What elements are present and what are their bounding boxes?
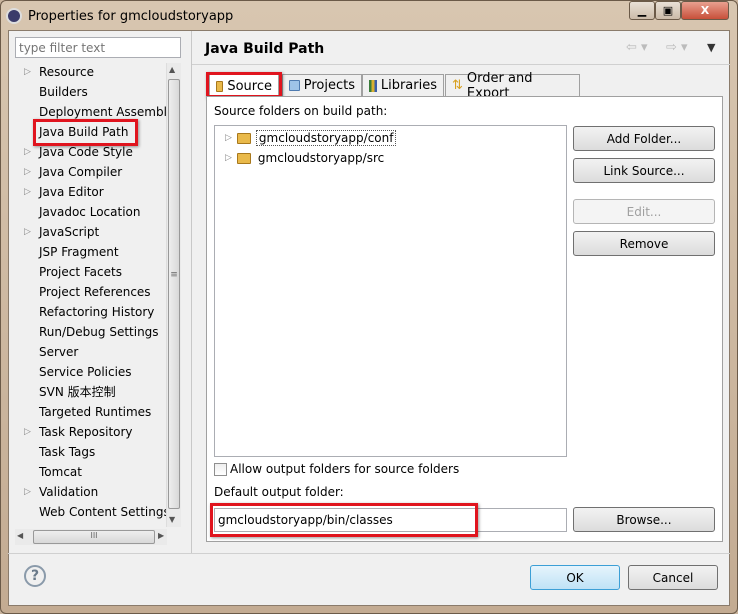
nav-item[interactable]: Java Editor bbox=[39, 183, 104, 201]
highlight-output-folder bbox=[210, 503, 478, 537]
nav-item[interactable]: JavaScript bbox=[39, 223, 99, 241]
package-folder-icon bbox=[236, 132, 251, 144]
add-folder-button[interactable]: Add Folder... bbox=[573, 126, 715, 151]
allow-output-label: Allow output folders for source folders bbox=[230, 462, 460, 476]
nav-item[interactable]: Run/Debug Settings bbox=[39, 323, 159, 341]
allow-output-checkbox[interactable] bbox=[214, 463, 227, 476]
expand-arrow-icon[interactable]: ▷ bbox=[24, 483, 31, 501]
tree-item[interactable]: ▷ gmcloudstoryapp/conf bbox=[225, 129, 397, 147]
expand-arrow-icon[interactable]: ▷ bbox=[24, 63, 31, 81]
source-folders-tree[interactable]: ▷ gmcloudstoryapp/conf ▷ gmcloudstoryapp/s… bbox=[214, 125, 567, 457]
nav-item[interactable]: JSP Fragment bbox=[39, 243, 119, 261]
browse-button[interactable]: Browse... bbox=[573, 507, 715, 532]
tab-projects[interactable]: Projects bbox=[282, 74, 362, 96]
nav-item[interactable]: Task Tags bbox=[39, 443, 95, 461]
forward-button[interactable]: ⇨ ▾ bbox=[666, 40, 688, 55]
nav-item[interactable]: Service Policies bbox=[39, 363, 132, 381]
title-bar: Properties for gmcloudstoryapp bbox=[6, 4, 606, 28]
sash[interactable] bbox=[191, 31, 192, 554]
footer-divider bbox=[8, 553, 730, 554]
libraries-icon bbox=[369, 79, 377, 92]
maximize-button[interactable]: ▣ bbox=[655, 1, 681, 20]
nav-vertical-scrollbar[interactable]: ▲ ≡ ▼ bbox=[166, 63, 181, 527]
highlight-java-build-path bbox=[33, 119, 138, 146]
expand-arrow-icon[interactable]: ▷ bbox=[24, 143, 31, 161]
page-title: Java Build Path bbox=[205, 41, 325, 57]
back-button[interactable]: ⇦ ▾ bbox=[626, 40, 648, 55]
nav-item[interactable]: Java Compiler bbox=[39, 163, 122, 181]
nav-item[interactable]: Refactoring History bbox=[39, 303, 154, 321]
ok-button[interactable]: OK bbox=[530, 565, 620, 590]
projects-icon bbox=[289, 80, 300, 91]
nav-item[interactable]: Project References bbox=[39, 283, 151, 301]
edit-button[interactable]: Edit... bbox=[573, 199, 715, 224]
expand-arrow-icon[interactable]: ▷ bbox=[24, 183, 31, 201]
nav-item[interactable]: Resource bbox=[39, 63, 94, 81]
nav-item[interactable]: Javadoc Location bbox=[39, 203, 140, 221]
cancel-button[interactable]: Cancel bbox=[628, 565, 718, 590]
expand-arrow-icon[interactable]: ▷ bbox=[24, 223, 31, 241]
view-menu-button[interactable]: ▼ bbox=[707, 41, 715, 54]
expand-arrow-icon[interactable]: ▷ bbox=[24, 423, 31, 441]
source-folders-label: Source folders on build path: bbox=[214, 104, 388, 118]
header-divider bbox=[192, 64, 730, 65]
nav-item[interactable]: Task Repository bbox=[39, 423, 133, 441]
filter-input[interactable] bbox=[15, 37, 181, 58]
nav-item[interactable]: Targeted Runtimes bbox=[39, 403, 151, 421]
nav-horizontal-scrollbar[interactable]: ◀ III ▶ bbox=[15, 529, 167, 545]
remove-button[interactable]: Remove bbox=[573, 231, 715, 256]
window-title: Properties for gmcloudstoryapp bbox=[28, 8, 234, 24]
tab-order-and-export[interactable]: ⇅ Order and Export bbox=[445, 71, 580, 101]
highlight-source-tab bbox=[206, 72, 282, 98]
eclipse-icon bbox=[6, 8, 22, 24]
output-folder-label: Default output folder: bbox=[214, 485, 344, 499]
package-folder-icon bbox=[236, 152, 251, 164]
nav-item[interactable]: Builders bbox=[39, 83, 88, 101]
nav-item[interactable]: Tomcat bbox=[39, 463, 82, 481]
help-icon[interactable]: ? bbox=[24, 565, 46, 587]
link-source-button[interactable]: Link Source... bbox=[573, 158, 715, 183]
close-button[interactable]: X bbox=[681, 1, 729, 20]
order-export-icon: ⇅ bbox=[452, 78, 463, 93]
nav-item[interactable]: SVN 版本控制 bbox=[39, 383, 116, 401]
minimize-button[interactable]: ▁ bbox=[629, 1, 655, 20]
nav-item[interactable]: Web Page Editor bbox=[39, 523, 137, 525]
nav-item[interactable]: Web Content Settings bbox=[39, 503, 166, 521]
nav-item[interactable]: Project Facets bbox=[39, 263, 122, 281]
nav-item[interactable]: Server bbox=[39, 343, 78, 361]
nav-item[interactable]: Validation bbox=[39, 483, 98, 501]
tree-item[interactable]: ▷ gmcloudstoryapp/src bbox=[225, 149, 386, 167]
tab-libraries[interactable]: Libraries bbox=[362, 74, 444, 96]
expand-arrow-icon[interactable]: ▷ bbox=[24, 163, 31, 181]
